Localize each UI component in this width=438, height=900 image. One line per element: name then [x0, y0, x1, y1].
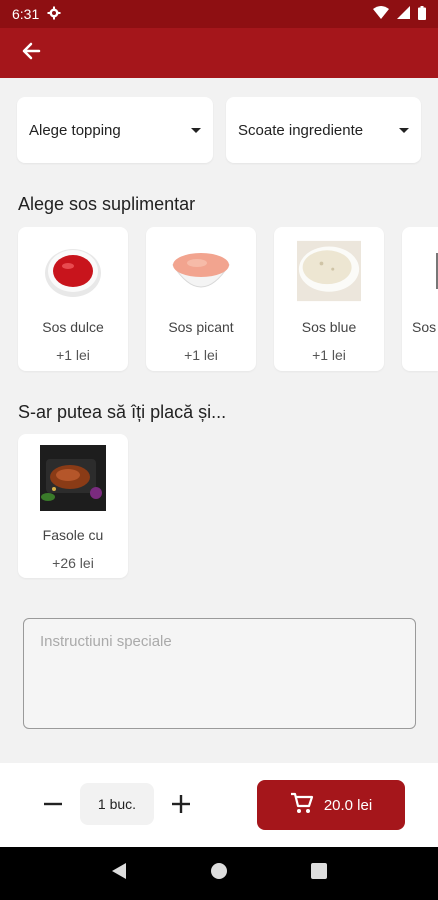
sauce-card-blue[interactable]: Sos blue +1 lei — [274, 227, 384, 371]
sauce-price: +1 lei — [56, 347, 90, 363]
sauce-price: +1 lei — [312, 347, 346, 363]
sauce-name: Sos — [412, 319, 437, 335]
plus-icon — [172, 795, 190, 813]
suggestion-card[interactable]: Fasole cu +26 lei — [18, 434, 128, 578]
spicy-sauce-bowl-image — [169, 239, 233, 303]
status-bar: 6:31 — [0, 0, 438, 28]
nav-recents-icon[interactable] — [310, 863, 327, 884]
cart-total: 20.0 lei — [323, 796, 373, 814]
battery-icon — [418, 5, 426, 23]
add-to-cart-button[interactable]: 20.0 lei — [257, 780, 405, 830]
sauce-name: Sos blue — [301, 319, 357, 335]
sauces-title: Alege sos suplimentar — [18, 194, 196, 214]
settings-icon — [47, 6, 61, 23]
remove-ingredients-label: Scoate ingrediente — [238, 121, 364, 139]
sauce-card-dulce[interactable]: Sos dulce +1 lei — [18, 227, 128, 371]
special-instructions-placeholder: Instructiuni speciale — [40, 633, 172, 650]
system-nav-bar — [0, 847, 438, 900]
order-bar: 1 buc. 20.0 lei — [0, 763, 438, 847]
minus-icon — [44, 802, 62, 806]
topping-dropdown[interactable]: Alege topping — [17, 97, 213, 163]
sauce-card-picant[interactable]: Sos picant +1 lei — [146, 227, 256, 371]
sauce-price: +1 lei — [184, 347, 218, 363]
app-bar — [0, 28, 438, 78]
sauce-card-partial[interactable]: Sos — [402, 227, 438, 371]
signal-icon — [397, 6, 410, 22]
sauce-name: Sos picant — [168, 319, 234, 335]
back-arrow-icon[interactable] — [20, 40, 42, 67]
special-instructions-input[interactable]: Instructiuni speciale — [23, 618, 416, 729]
blue-cheese-sauce-image — [297, 239, 361, 303]
suggestion-name: Fasole cu — [42, 527, 104, 543]
nav-home-icon[interactable] — [210, 862, 228, 885]
remove-ingredients-dropdown[interactable]: Scoate ingrediente — [226, 97, 421, 163]
increase-quantity-button[interactable] — [168, 791, 194, 817]
topping-dropdown-label: Alege topping — [29, 121, 121, 139]
quantity-display: 1 buc. — [80, 783, 154, 825]
decrease-quantity-button[interactable] — [40, 791, 66, 817]
dropdown-arrow-icon — [399, 127, 409, 133]
beans-dish-image — [40, 445, 106, 511]
suggestion-price: +26 lei — [52, 555, 94, 571]
ketchup-bowl-image — [41, 239, 105, 303]
dropdown-arrow-icon — [191, 127, 201, 133]
status-time: 6:31 — [12, 6, 40, 22]
cart-icon — [290, 792, 314, 818]
wifi-icon — [373, 6, 389, 22]
suggestions-title: S-ar putea să îți placă și... — [18, 402, 227, 422]
sauce-name: Sos dulce — [42, 319, 104, 335]
nav-back-icon[interactable] — [111, 862, 127, 885]
